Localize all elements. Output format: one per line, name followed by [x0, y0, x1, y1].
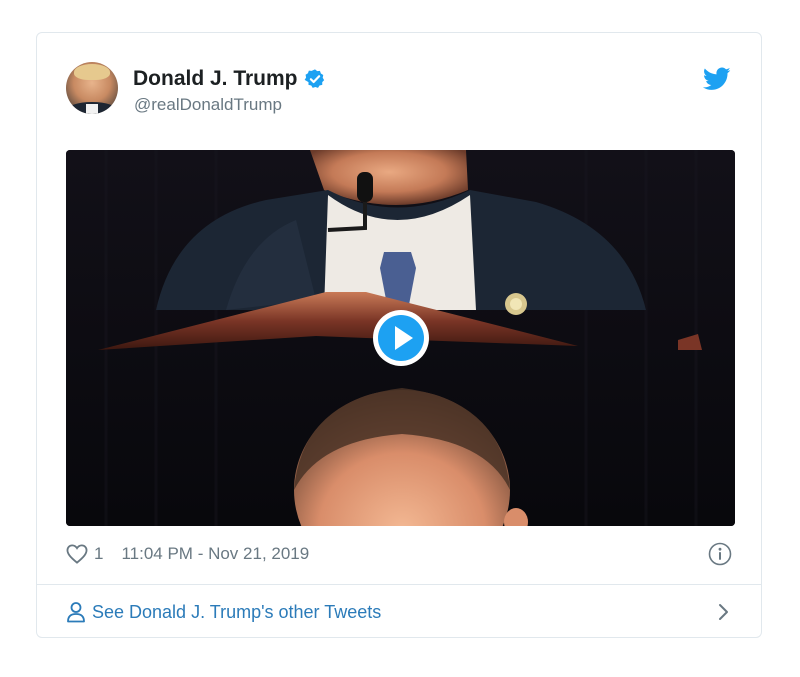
author-avatar[interactable]	[66, 62, 118, 114]
author-name-row[interactable]: Donald J. Trump	[133, 67, 326, 91]
heart-icon[interactable]	[66, 544, 88, 564]
tweet-timestamp[interactable]: 11:04 PM - Nov 21, 2019	[121, 544, 309, 564]
author-handle[interactable]: @realDonaldTrump	[134, 95, 282, 115]
info-icon[interactable]	[708, 542, 732, 566]
twitter-bird-icon[interactable]	[703, 67, 731, 91]
play-icon[interactable]	[371, 308, 431, 368]
avatar-collar	[86, 104, 98, 114]
see-other-tweets-link[interactable]: See Donald J. Trump's other Tweets	[66, 597, 732, 627]
see-other-tweets-label[interactable]: See Donald J. Trump's other Tweets	[92, 602, 381, 623]
tweet-card: Donald J. Trump @realDonaldTrump 1 11:04…	[36, 32, 762, 638]
footer-divider	[37, 584, 761, 585]
person-icon	[67, 602, 85, 623]
tweet-header: Donald J. Trump @realDonaldTrump	[37, 33, 761, 143]
author-name[interactable]: Donald J. Trump	[133, 67, 298, 91]
avatar-hair	[74, 64, 110, 80]
like-count[interactable]: 1	[94, 544, 103, 564]
verified-badge-icon	[304, 69, 324, 88]
video-player[interactable]	[66, 150, 735, 526]
tweet-footer: 1 11:04 PM - Nov 21, 2019	[66, 539, 732, 569]
chevron-right-icon[interactable]	[718, 603, 730, 621]
